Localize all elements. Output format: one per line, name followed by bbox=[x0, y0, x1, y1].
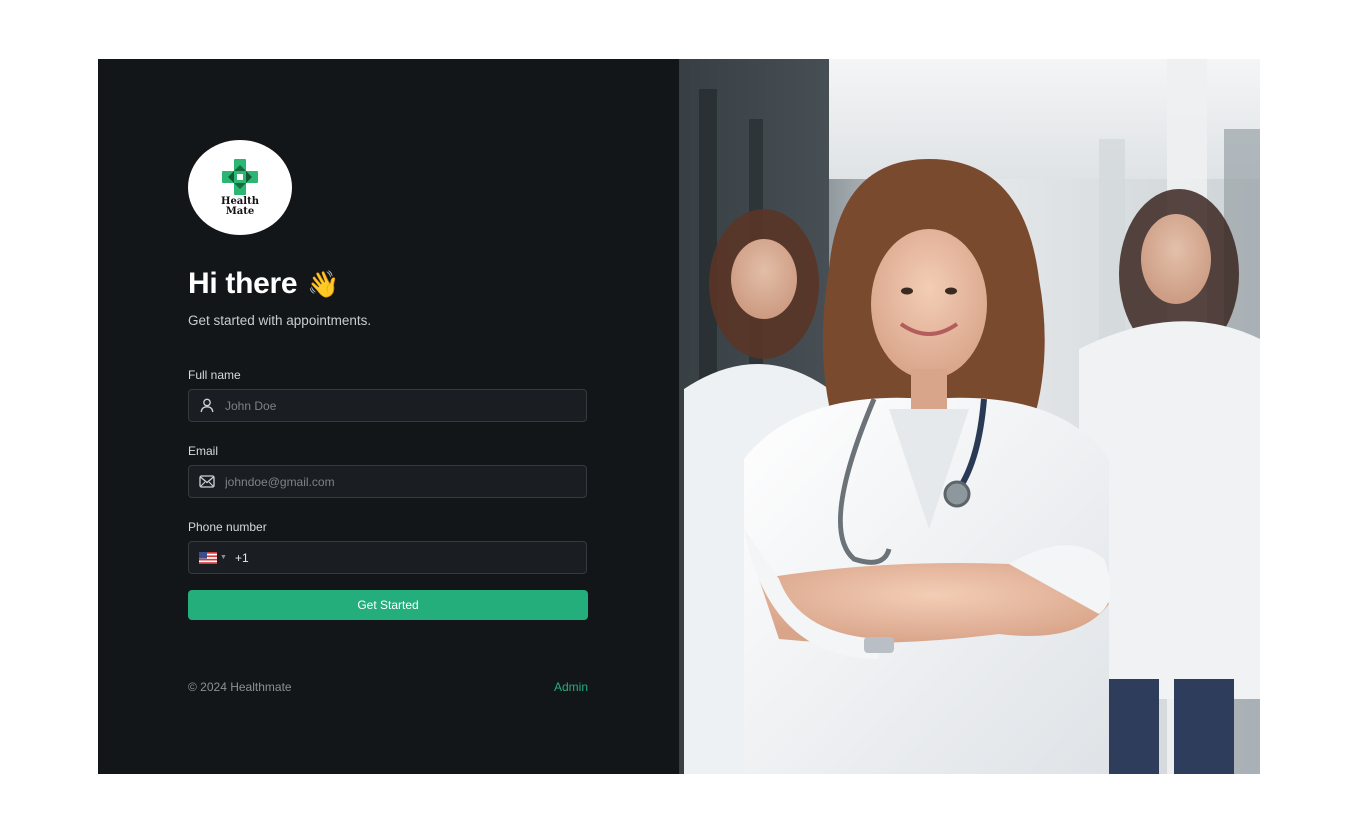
email-label: Email bbox=[188, 444, 219, 458]
mail-icon bbox=[199, 474, 215, 490]
logo-wordmark: Health Mate bbox=[221, 195, 259, 217]
phone-country-code: +1 bbox=[234, 550, 249, 565]
country-select[interactable]: ▼ bbox=[199, 551, 227, 564]
medical-cross-icon bbox=[222, 158, 258, 195]
page-title: Hi there 👋 bbox=[188, 267, 340, 301]
waving-hand-icon: 👋 bbox=[307, 269, 340, 299]
admin-link[interactable]: Admin bbox=[554, 680, 588, 694]
copyright-text: © 2024 Healthmate bbox=[188, 680, 292, 694]
greeting-text: Hi there bbox=[188, 267, 298, 300]
doctors-illustration bbox=[679, 59, 1260, 774]
page-subtitle: Get started with appointments. bbox=[188, 313, 372, 328]
healthmate-logo: Health Mate bbox=[188, 140, 292, 235]
onboarding-frame: Health Mate Hi there 👋 Get started with … bbox=[98, 59, 1260, 774]
phone-input[interactable] bbox=[252, 550, 553, 565]
full-name-label: Full name bbox=[188, 368, 241, 382]
logo-line1: Health bbox=[221, 195, 259, 207]
form-panel: Health Mate Hi there 👋 Get started with … bbox=[98, 59, 679, 774]
us-flag-icon bbox=[199, 551, 217, 564]
phone-field[interactable]: ▼ +1 bbox=[188, 541, 587, 574]
email-input[interactable] bbox=[225, 474, 565, 489]
phone-label: Phone number bbox=[188, 520, 267, 534]
user-icon bbox=[199, 398, 215, 414]
email-field[interactable] bbox=[188, 465, 587, 498]
get-started-button[interactable]: Get Started bbox=[188, 590, 588, 620]
logo-line2: Mate bbox=[225, 205, 255, 217]
chevron-down-icon: ▼ bbox=[220, 554, 227, 561]
full-name-field[interactable] bbox=[188, 389, 587, 422]
hero-photo bbox=[679, 59, 1260, 774]
full-name-input[interactable] bbox=[225, 398, 565, 413]
